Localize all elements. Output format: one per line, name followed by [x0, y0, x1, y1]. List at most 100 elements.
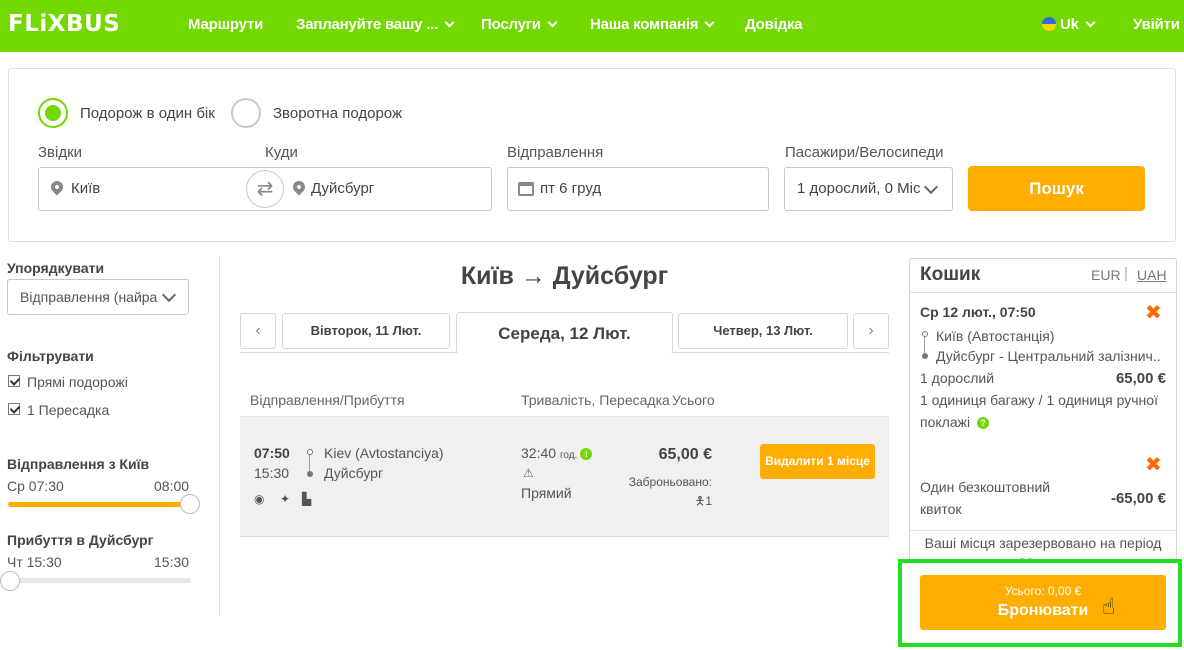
arrival-time-label: Прибуття в Дуйсбург [7, 532, 154, 548]
chevron-down-icon [923, 179, 939, 195]
ukraine-flag-icon [1042, 17, 1056, 31]
booked-label: Заброньовано: [628, 475, 712, 489]
one-transfer-checkbox[interactable] [8, 403, 20, 415]
arrival-range-start: Чт 15:30 [7, 554, 62, 570]
one-way-radio[interactable] [38, 98, 68, 128]
warning-icon: ⚠ [523, 466, 534, 480]
top-header: FLiXBUS Маршрути Заплануйте вашу ... Пос… [0, 0, 1184, 52]
hand-cursor-icon: ☝ [1102, 594, 1116, 619]
reservation-note-line1: Ваші місця зарезервовано на період [924, 535, 1162, 551]
passengers-value: 1 дорослий, 0 Міс... [797, 180, 921, 197]
nav-plan-trip[interactable]: Заплануйте вашу ... [296, 16, 455, 33]
direct-trips-checkbox[interactable] [8, 375, 20, 387]
duration-value: 32:40 [521, 445, 557, 461]
book-label: Бронювати [997, 602, 1089, 619]
departure-time-label: Відправлення з Київ [7, 456, 150, 472]
sort-label: Упорядкувати [7, 260, 105, 276]
cart-divider [910, 292, 1176, 293]
language-label: Uk [1060, 16, 1079, 33]
book-button[interactable]: Усього: 0,00 € Бронювати [920, 575, 1166, 630]
wifi-icon: ◉ [254, 492, 265, 506]
departure-station: Kiev (Avtostanciya) [324, 445, 444, 461]
person-icon: 🯅 [694, 494, 706, 508]
direct-trips-label[interactable]: Прямі подорожі [27, 374, 128, 390]
tab-prev-day[interactable]: Вівторок, 11 Лют. [282, 313, 450, 349]
nav-help-label: Довідка [745, 16, 803, 33]
swap-direction-icon[interactable]: ⇄ [246, 170, 284, 208]
nav-routes[interactable]: Маршрути [188, 16, 263, 33]
flixbus-logo[interactable]: FLiXBUS [8, 11, 120, 37]
nav-plan-trip-label: Заплануйте вашу ... [296, 16, 439, 33]
col-total: Усього [672, 392, 715, 408]
booked-count-value: 1 [705, 494, 712, 508]
from-label: Звідки [38, 144, 83, 161]
tab-current-day[interactable]: Середа, 12 Лют. [456, 312, 673, 354]
arrival-range-handle[interactable] [0, 571, 20, 591]
cart-luggage-text: поклажі [920, 414, 971, 430]
free-ticket-line2: квиток [920, 501, 962, 517]
departure-range-track [8, 502, 188, 507]
one-transfer-label[interactable]: 1 Пересадка [27, 402, 109, 418]
toilet-icon: ▙ [302, 492, 312, 506]
nav-services[interactable]: Послуги [481, 16, 558, 33]
nav-company-label: Наша компанія [590, 16, 699, 33]
filter-label: Фільтрувати [7, 348, 94, 364]
trip-price: 65,00 € [658, 446, 712, 463]
nav-help[interactable]: Довідка [745, 16, 803, 33]
cart-luggage-line1: 1 одиниця багажу / 1 одиниця ручної [920, 392, 1158, 408]
remove-free-ticket-icon[interactable]: ✖ [1145, 455, 1162, 475]
one-way-label[interactable]: Подорож в один бік [80, 105, 215, 122]
location-pin-icon [290, 178, 308, 196]
chevron-down-icon [1085, 17, 1096, 28]
trip-duration: 32:40 год. i [521, 445, 593, 461]
sort-value: Відправлення (найра [20, 289, 158, 305]
return-trip-radio[interactable] [231, 98, 261, 128]
login-link[interactable]: Увійти [1133, 16, 1180, 33]
arrival-station: Дуйсбург [324, 465, 384, 481]
col-departure-arrival: Відправлення/Прибуття [250, 392, 405, 408]
search-button[interactable]: Пошук [968, 166, 1145, 211]
language-selector[interactable]: Uk [1042, 16, 1096, 33]
trip-result-row[interactable]: 07:50 15:30 Kiev (Avtostanciya) Дуйсбург… [240, 416, 889, 537]
sort-select[interactable]: Відправлення (найра [7, 279, 189, 315]
departure-range-end: 08:00 [154, 478, 190, 494]
to-input[interactable]: Дуйсбург [311, 180, 374, 197]
free-ticket-price: -65,00 € [1110, 490, 1166, 507]
cart-divider [910, 530, 1176, 531]
col-duration: Тривалість, Пересадка [521, 392, 670, 408]
duration-unit: год. [559, 450, 578, 461]
remove-seat-button[interactable]: Видалити 1 місце [760, 444, 875, 479]
chevron-down-icon [547, 17, 558, 28]
tab-next-day[interactable]: Четвер, 13 Лют. [678, 313, 848, 349]
cart-title: Кошик [920, 264, 981, 285]
nav-company[interactable]: Наша компанія [590, 16, 715, 33]
passengers-label: Пасажири/Велосипеди [785, 144, 944, 161]
prev-day-arrow[interactable]: ‹ [240, 313, 276, 349]
remove-trip-icon[interactable]: ✖ [1145, 303, 1162, 323]
departure-date-value: пт 6 груд [540, 180, 602, 197]
sidebar-divider [219, 256, 220, 616]
next-day-arrow[interactable]: › [853, 313, 889, 349]
info-icon[interactable]: i [580, 448, 593, 460]
passengers-select[interactable]: 1 дорослий, 0 Міс... [784, 167, 953, 211]
cart-luggage-line2: поклажі ? [920, 414, 989, 430]
free-ticket-line1: Один безкоштовний [920, 479, 1051, 495]
return-trip-label[interactable]: Зворотна подорож [273, 105, 402, 122]
calendar-icon [518, 182, 534, 196]
departure-label: Відправлення [507, 144, 604, 161]
departure-range-handle[interactable] [180, 494, 200, 514]
info-icon[interactable]: ? [976, 417, 989, 429]
cart-trip-date: Ср 12 лют., 07:50 [920, 304, 1036, 320]
route-title: Київ → Дуйсбург [460, 262, 669, 290]
book-total: Усього: 0,00 € [1004, 584, 1082, 598]
currency-uah[interactable]: UAH [1137, 267, 1167, 283]
cart-passenger-price: 65,00 € [1115, 370, 1166, 387]
departure-time: 07:50 [254, 445, 290, 461]
route-line-icon [307, 449, 313, 479]
from-input[interactable]: Київ [71, 180, 100, 197]
departure-date-field[interactable]: пт 6 груд [507, 167, 769, 211]
chevron-down-icon [704, 17, 715, 28]
nav-services-label: Послуги [481, 16, 541, 33]
cart-from-station: Київ (Автостанція) [936, 328, 1055, 344]
currency-eur[interactable]: EUR [1091, 267, 1121, 283]
